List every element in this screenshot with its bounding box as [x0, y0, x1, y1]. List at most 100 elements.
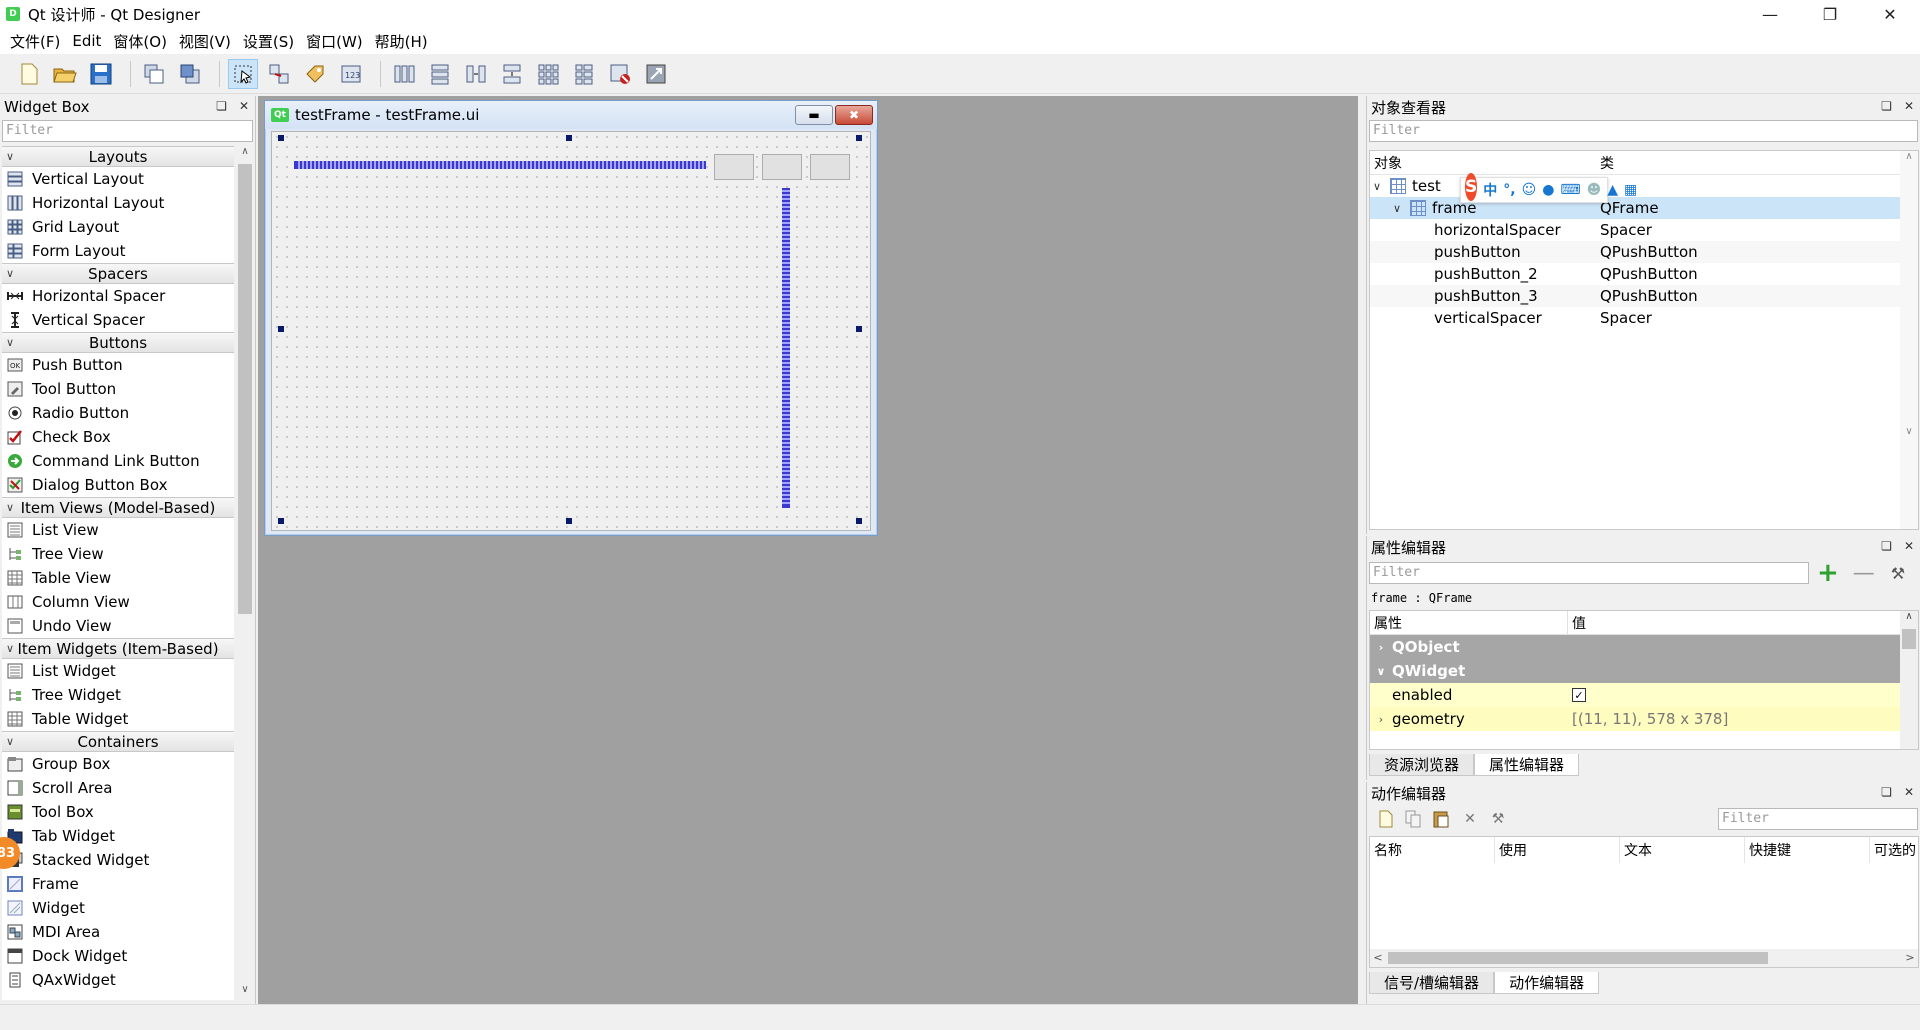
property-row-geometry[interactable]: › geometry [(11, 11), 578 x 378] [1370, 707, 1918, 731]
scroll-up-icon[interactable]: ∧ [1900, 611, 1918, 622]
widget-item-table-view[interactable]: Table View [2, 566, 234, 590]
splitter-horizontal-icon[interactable] [461, 59, 491, 89]
action-table-hscrollbar[interactable]: < > [1370, 949, 1918, 967]
chevron-right-icon[interactable]: › [1370, 641, 1392, 654]
dock-close-icon[interactable]: ✕ [239, 99, 249, 113]
lay-out-vertically-icon[interactable] [425, 59, 455, 89]
widget-item-tool-button[interactable]: Tool Button [2, 377, 234, 401]
selection-handle[interactable] [566, 135, 572, 141]
selection-handle[interactable] [278, 518, 284, 524]
column-header-class[interactable]: 类 [1600, 153, 1614, 173]
ime-microphone-icon[interactable]: ● [1542, 182, 1554, 198]
chevron-down-icon[interactable]: ∨ [1370, 180, 1384, 193]
category-item-widgets[interactable]: ∨ Item Widgets (Item-Based) [2, 638, 234, 659]
column-header-shortcut[interactable]: 快捷键 [1745, 837, 1870, 863]
dock-close-icon[interactable]: ✕ [1904, 539, 1914, 553]
open-file-icon[interactable] [50, 59, 80, 89]
widget-item-group-box[interactable]: Group Box [2, 752, 234, 776]
category-spacers[interactable]: ∨ Spacers [2, 263, 234, 284]
delete-action-icon[interactable]: ✕ [1459, 808, 1481, 830]
restore-button[interactable]: ❐ [1800, 0, 1860, 28]
minimize-button[interactable]: — [1740, 0, 1800, 28]
push-button[interactable] [714, 154, 754, 180]
scroll-up-icon[interactable]: ∧ [236, 146, 254, 162]
selection-handle[interactable] [566, 518, 572, 524]
ime-keyboard-icon[interactable]: ⌨ [1560, 182, 1580, 198]
widget-item-widget[interactable]: Widget [2, 896, 234, 920]
widget-item-mdi-area[interactable]: MDI Area [2, 920, 234, 944]
widget-item-tree-view[interactable]: Tree View [2, 542, 234, 566]
edit-signals-slots-icon[interactable] [264, 59, 294, 89]
category-containers[interactable]: ∨ Containers [2, 731, 234, 752]
push-button-3[interactable] [810, 154, 850, 180]
remove-dynamic-property-icon[interactable]: — [1853, 561, 1875, 586]
configure-wrench-icon[interactable]: ⚒ [1891, 564, 1905, 583]
widget-item-qaxwidget[interactable]: QAxWidget [2, 968, 234, 992]
widget-item-table-widget[interactable]: Table Widget [2, 707, 234, 731]
column-header-used[interactable]: 使用 [1495, 837, 1620, 863]
push-button-2[interactable] [762, 154, 802, 180]
widget-item-horizontal-layout[interactable]: Horizontal Layout [2, 191, 234, 215]
widget-item-list-view[interactable]: List View [2, 518, 234, 542]
column-header-text[interactable]: 文本 [1620, 837, 1745, 863]
widget-item-frame[interactable]: Frame [2, 872, 234, 896]
widget-item-horizontal-spacer[interactable]: Horizontal Spacer [2, 284, 234, 308]
tree-row-root[interactable]: ∨ test [1370, 175, 1918, 197]
enabled-checkbox[interactable]: ✓ [1572, 688, 1586, 702]
scroll-down-icon[interactable]: ∨ [236, 984, 254, 1000]
ime-punctuation-icon[interactable]: °, [1503, 182, 1515, 198]
widget-item-tool-box[interactable]: Tool Box [2, 800, 234, 824]
form-close-button[interactable]: ✖ [835, 105, 873, 125]
object-inspector-filter-input[interactable]: Filter [1369, 120, 1918, 142]
dock-float-icon[interactable]: ❏ [1881, 539, 1892, 553]
save-file-icon[interactable] [86, 59, 116, 89]
tab-resource-browser[interactable]: 资源浏览器 [1369, 754, 1475, 776]
form-minimize-button[interactable]: ▬ [795, 105, 833, 125]
scrollbar-thumb[interactable] [238, 164, 252, 614]
category-layouts[interactable]: ∨ Layouts [2, 146, 234, 167]
form-canvas[interactable] [271, 131, 871, 531]
ime-chinese-mode-icon[interactable]: 中 [1483, 180, 1497, 200]
send-to-back-icon[interactable] [139, 59, 169, 89]
dock-close-icon[interactable]: ✕ [1904, 99, 1914, 113]
close-button[interactable]: ✕ [1860, 0, 1920, 28]
widget-item-grid-layout[interactable]: Grid Layout [2, 215, 234, 239]
menu-file[interactable]: 文件(F) [4, 31, 66, 52]
ime-toolbar[interactable]: S 中 °, ☺ ● ⌨ ☻ ▲ ▦ [1460, 173, 1637, 203]
ime-user-icon[interactable]: ☻ [1587, 182, 1602, 198]
menu-help[interactable]: 帮助(H) [369, 31, 434, 52]
tree-row-vertical-spacer[interactable]: verticalSpacer Spacer [1370, 307, 1918, 329]
edit-tab-order-icon[interactable]: 123 [336, 59, 366, 89]
scroll-right-icon[interactable]: > [1902, 949, 1918, 967]
copy-action-icon[interactable] [1403, 808, 1425, 830]
column-header-name[interactable]: 名称 [1370, 837, 1495, 863]
ime-toolbox-icon[interactable]: ▦ [1624, 182, 1637, 198]
widget-item-radio-button[interactable]: Radio Button [2, 401, 234, 425]
dock-float-icon[interactable]: ❏ [216, 99, 227, 113]
tree-row-push-button[interactable]: pushButton QPushButton [1370, 241, 1918, 263]
paste-action-icon[interactable] [1431, 808, 1453, 830]
chevron-down-icon[interactable]: ∨ [1390, 202, 1404, 215]
widget-item-column-view[interactable]: Column View [2, 590, 234, 614]
menu-settings[interactable]: 设置(S) [237, 31, 300, 52]
selection-handle[interactable] [856, 518, 862, 524]
chevron-down-icon[interactable]: ∨ [1370, 665, 1392, 678]
horizontal-spacer[interactable] [294, 161, 706, 169]
widget-item-undo-view[interactable]: Undo View [2, 614, 234, 638]
widget-item-form-layout[interactable]: Form Layout [2, 239, 234, 263]
object-tree-scrollbar[interactable]: ∧ ∨ [1900, 151, 1918, 529]
dock-close-icon[interactable]: ✕ [1904, 785, 1914, 799]
widget-item-dialog-button-box[interactable]: Dialog Button Box [2, 473, 234, 497]
form-window[interactable]: Qt testFrame - testFrame.ui ▬ ✖ [264, 100, 878, 536]
widget-item-stacked-widget[interactable]: Stacked Widget [2, 848, 234, 872]
widget-box-scrollbar[interactable]: ∧ ∨ [236, 146, 254, 1000]
widget-item-scroll-area[interactable]: Scroll Area [2, 776, 234, 800]
edit-buddies-icon[interactable] [300, 59, 330, 89]
adjust-size-icon[interactable] [641, 59, 671, 89]
tab-signal-slot-editor[interactable]: 信号/槽编辑器 [1369, 972, 1495, 994]
selection-handle[interactable] [856, 135, 862, 141]
chevron-right-icon[interactable]: › [1370, 713, 1392, 726]
lay-out-horizontally-icon[interactable] [389, 59, 419, 89]
column-header-checkable[interactable]: 可选的 [1870, 837, 1918, 863]
dock-float-icon[interactable]: ❏ [1881, 99, 1892, 113]
